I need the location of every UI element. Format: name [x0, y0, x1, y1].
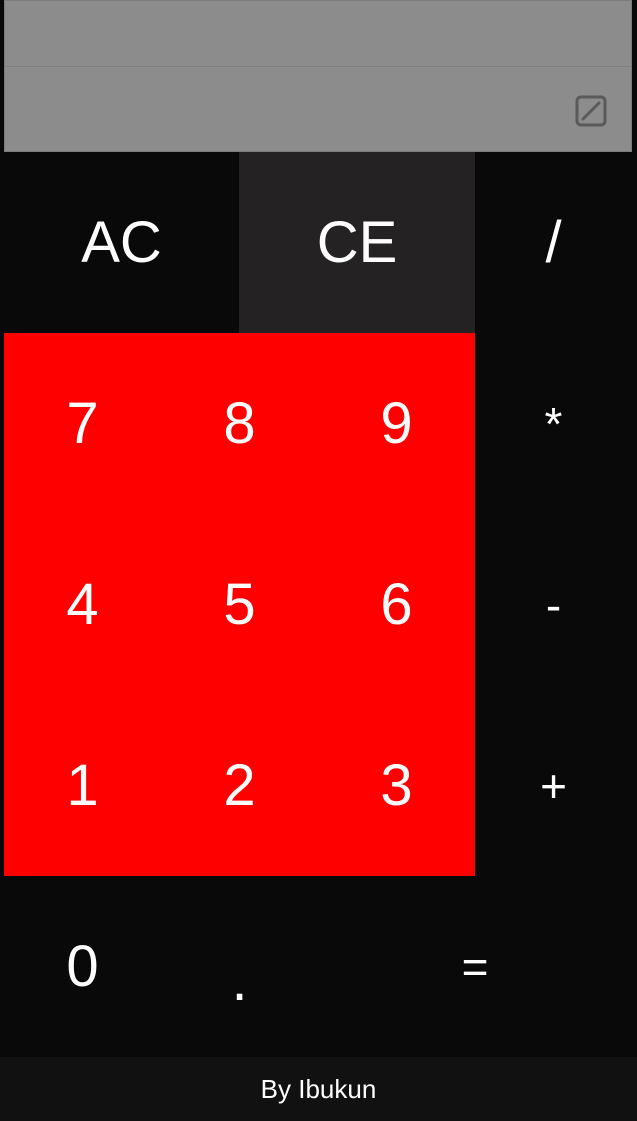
subtract-button[interactable]: - — [475, 514, 632, 695]
equals-button[interactable]: = — [318, 876, 632, 1057]
add-button[interactable]: + — [475, 695, 632, 876]
digit-4-button[interactable]: 4 — [4, 514, 161, 695]
result-display — [5, 67, 631, 153]
digit-0-button[interactable]: 0 — [4, 876, 161, 1057]
ac-button[interactable]: AC — [4, 152, 239, 333]
digit-2-button[interactable]: 2 — [161, 695, 318, 876]
digit-5-button[interactable]: 5 — [161, 514, 318, 695]
footer-credit: By Ibukun — [0, 1057, 637, 1121]
multiply-button[interactable]: * — [475, 333, 632, 514]
decimal-button[interactable]: . — [161, 890, 318, 1071]
calculator-app: AC CE / 7 8 9 * 4 5 6 - 1 2 3 + 0 . = By… — [0, 0, 637, 1121]
divide-button[interactable]: / — [475, 152, 632, 333]
square-slash-icon[interactable] — [575, 95, 607, 127]
digit-6-button[interactable]: 6 — [318, 514, 475, 695]
ce-button[interactable]: CE — [239, 152, 475, 333]
digit-1-button[interactable]: 1 — [4, 695, 161, 876]
display-panel — [4, 0, 632, 152]
digit-9-button[interactable]: 9 — [318, 333, 475, 514]
expression-display — [5, 1, 631, 67]
digit-8-button[interactable]: 8 — [161, 333, 318, 514]
digit-7-button[interactable]: 7 — [4, 333, 161, 514]
digit-3-button[interactable]: 3 — [318, 695, 475, 876]
